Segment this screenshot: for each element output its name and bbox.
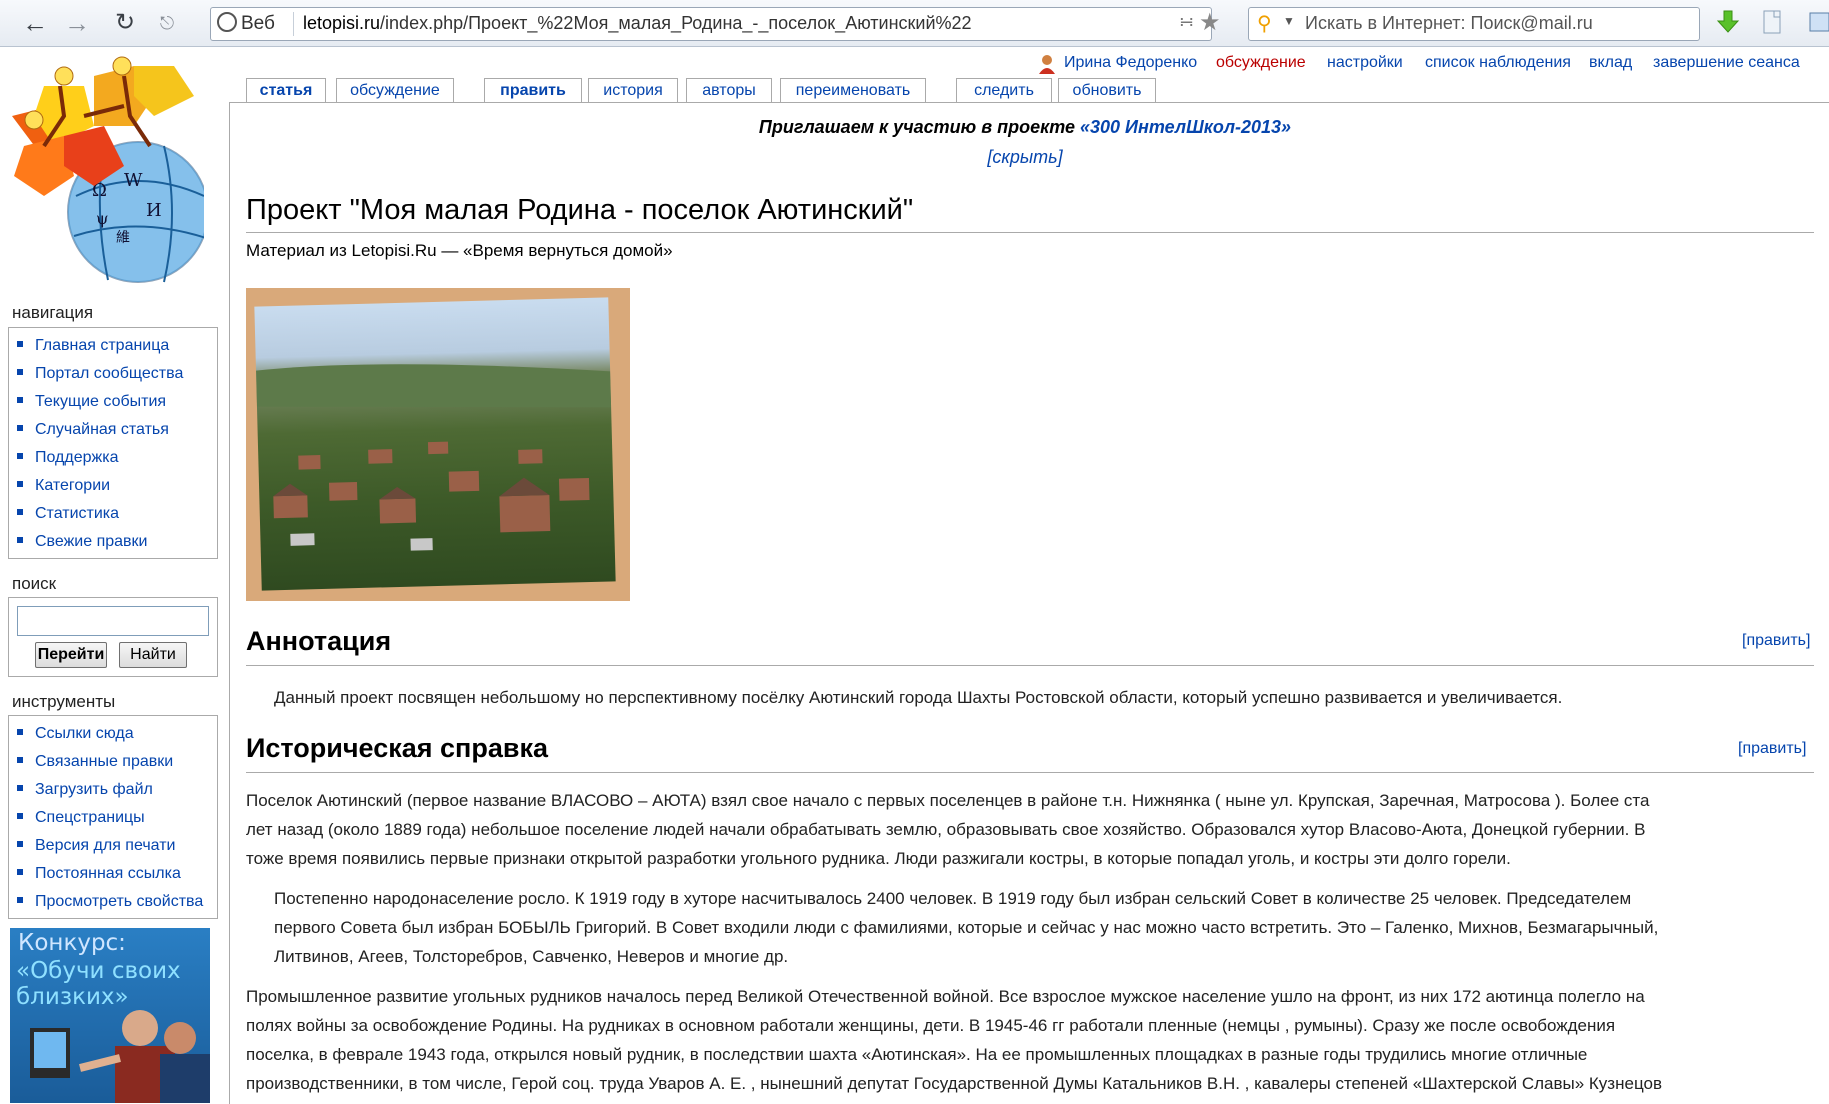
search-heading: поиск [12,574,57,593]
hide-notice-link[interactable]: [скрыть] [0,147,1829,168]
site-logo[interactable]: Ω W И ψ 維 [4,46,204,306]
tab-purge[interactable]: обновить [1058,78,1156,103]
logout-link[interactable]: завершение сеанса [1653,54,1800,72]
history-paragraph-2: Постепенно народонаселение росло. К 1919… [274,889,1659,966]
history-paragraph-3: Промышленное развитие угольных рудников … [246,987,1662,1093]
url-text[interactable]: letopisi.ru/index.php/Проект_%22Моя_мала… [303,13,972,34]
tab-authors[interactable]: авторы [686,78,772,103]
tools-portlet: Ссылки сюда Связанные правки Загрузить ф… [8,715,218,919]
username-link[interactable]: Ирина Федоренко [1064,54,1197,72]
sidebar-item-browse-properties[interactable]: Просмотреть свойства [17,888,217,916]
chevron-down-icon[interactable]: ▼ [1283,14,1295,28]
user-icon [1039,55,1055,74]
search-placeholder[interactable]: Искать в Интернет: Поиск@mail.ru [1305,13,1593,34]
globe-icon [217,12,237,32]
edit-section-history[interactable]: [править] [1738,740,1806,758]
title-divider [246,232,1814,233]
search-input[interactable] [17,606,209,636]
tab-watch[interactable]: следить [956,78,1052,103]
annotation-text: Данный проект посвящен небольшому но пер… [274,688,1563,707]
reload-icon[interactable]: ↻ [110,8,140,38]
rss-icon[interactable]: ∺ [1179,12,1194,33]
nav-portlet: Главная страница Портал сообщества Текущ… [8,327,218,559]
page-icon[interactable] [1760,9,1784,35]
search-portlet: Перейти Найти [8,597,218,677]
tab-history[interactable]: история [588,78,678,103]
watchlist-link[interactable]: список наблюдения [1425,54,1571,72]
tools-heading: инструменты [12,692,116,711]
history-paragraph-1: Поселок Аютинский (первое название ВЛАСО… [246,791,1650,868]
site-notice-link[interactable]: «300 ИнтелШкол-2013» [1080,117,1291,137]
village-photo[interactable] [246,288,630,601]
forward-icon[interactable]: → [62,8,92,38]
tab-move[interactable]: переименовать [780,78,926,103]
page-title: Проект "Моя малая Родина - поселок Аютин… [246,194,914,226]
sidebar-item-support[interactable]: Поддержка [17,444,217,472]
sidebar-item-upload-file[interactable]: Загрузить файл [17,776,217,804]
section-divider [246,665,1814,666]
svg-text:W: W [124,170,143,191]
houses-landscape [256,364,612,551]
sidebar-item-random-article[interactable]: Случайная статья [17,416,217,444]
tab-article[interactable]: статья [246,78,326,104]
edit-section-annotation[interactable]: [править] [1742,632,1810,650]
nav-heading: навигация [12,303,94,322]
svg-text:И: И [146,200,162,221]
promo-subtitle: «Обучи своих близких» [16,958,181,1010]
browser-toolbar: ← → ↻ ⎋ Веб letopisi.ru/index.php/Проект… [0,0,1829,47]
tab-discussion[interactable]: обсуждение [336,78,454,103]
key-icon[interactable]: ⎋ [152,8,182,38]
find-button[interactable]: Найти [119,642,187,668]
sidebar-item-related-changes[interactable]: Связанные правки [17,748,217,776]
svg-text:維: 維 [116,230,130,246]
svg-text:ψ: ψ [96,209,109,228]
sidebar-item-special-pages[interactable]: Спецстраницы [17,804,217,832]
window-icon[interactable] [1808,9,1829,35]
user-talk-link[interactable]: обсуждение [1216,54,1306,72]
back-icon[interactable]: ← [20,8,50,38]
search-bar[interactable]: ⚲ ▼ Искать в Интернет: Поиск@mail.ru [1248,7,1700,41]
section-heading-history: Историческая справка [246,733,548,763]
contest-promo-banner[interactable]: Конкурс: «Обучи своих близких» [10,928,210,1103]
photo-scene [254,297,616,591]
sidebar-item-permanent-link[interactable]: Постоянная ссылка [17,860,217,888]
contributions-link[interactable]: вклад [1589,54,1632,72]
people-illustration [30,1010,210,1103]
site-identity[interactable]: Веб [217,12,275,35]
sidebar-item-statistics[interactable]: Статистика [17,500,217,528]
bookmark-star-icon[interactable]: ★ [1199,8,1221,37]
page-subtitle: Материал из Letopisi.Ru — «Время вернуть… [246,241,673,260]
search-engine-icon[interactable]: ⚲ [1257,11,1272,36]
sidebar-item-main-page[interactable]: Главная страница [17,332,217,360]
sidebar-item-printable-version[interactable]: Версия для печати [17,832,217,860]
section-divider [246,772,1814,773]
sidebar-item-current-events[interactable]: Текущие события [17,388,217,416]
address-bar[interactable]: Веб letopisi.ru/index.php/Проект_%22Моя_… [210,7,1221,41]
sidebar-item-recent-changes[interactable]: Свежие правки [17,528,217,556]
go-button[interactable]: Перейти [35,642,107,668]
download-icon[interactable] [1716,9,1740,35]
section-heading-annotation: Аннотация [246,626,392,656]
preferences-link[interactable]: настройки [1327,54,1403,72]
sidebar-item-categories[interactable]: Категории [17,472,217,500]
promo-title: Конкурс: [18,930,126,956]
sidebar-item-what-links-here[interactable]: Ссылки сюда [17,720,217,748]
site-notice: Приглашаем к участию в проекте «300 Инте… [758,117,1292,137]
divider [293,12,294,36]
tab-edit[interactable]: править [484,78,582,103]
sidebar-item-community-portal[interactable]: Портал сообщества [17,360,217,388]
